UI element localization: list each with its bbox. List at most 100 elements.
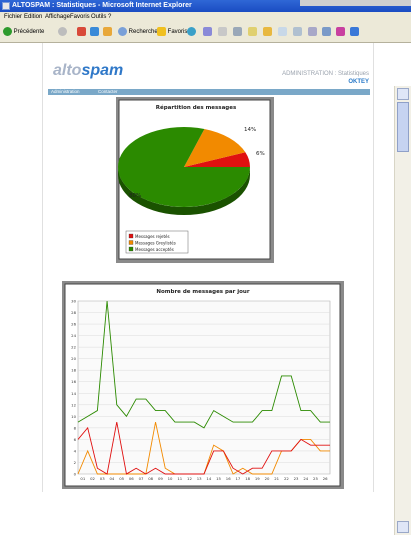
print-button[interactable] xyxy=(233,27,242,38)
y-tick-12: 24 xyxy=(71,333,76,338)
messenger-button[interactable] xyxy=(336,27,345,38)
x-tick-14: 15 xyxy=(216,476,221,481)
line-chart-grid xyxy=(77,300,331,475)
scroll-up-button[interactable] xyxy=(397,88,409,100)
legend-swatch-0 xyxy=(128,233,134,239)
x-tick-17: 18 xyxy=(245,476,250,481)
forward-arrow-icon xyxy=(58,27,67,36)
x-tick-18: 19 xyxy=(255,476,260,481)
legend-label-2: Messages acceptés xyxy=(135,247,174,252)
tools-button-2[interactable] xyxy=(293,27,302,38)
search-icon xyxy=(118,27,127,36)
user-name: OKTEY xyxy=(348,79,369,85)
stop-button[interactable] xyxy=(77,27,86,38)
tools-button-1[interactable] xyxy=(278,27,287,38)
menu-outils[interactable]: Outils xyxy=(91,12,106,23)
discuss-button[interactable] xyxy=(263,27,272,38)
home-button[interactable] xyxy=(103,27,112,38)
pie-label-2: 80% xyxy=(129,193,141,199)
line-chart-title: Nombre de messages par jour xyxy=(156,289,249,295)
menu-help[interactable]: ? xyxy=(108,12,111,23)
folder-icon xyxy=(263,27,272,36)
x-tick-0: 01 xyxy=(80,476,85,481)
edit-icon xyxy=(248,27,257,36)
media-icon xyxy=(187,27,196,36)
x-tick-6: 07 xyxy=(139,476,144,481)
x-tick-4: 05 xyxy=(119,476,124,481)
menu-fichier[interactable]: Fichier xyxy=(4,12,22,23)
x-tick-1: 02 xyxy=(90,476,95,481)
refresh-icon xyxy=(90,27,99,36)
window-controls[interactable] xyxy=(300,0,411,6)
tools-button-3[interactable] xyxy=(308,27,317,38)
forward-button[interactable] xyxy=(58,27,67,38)
legend-swatch-2 xyxy=(128,246,134,252)
scroll-thumb[interactable] xyxy=(397,102,409,152)
tools-button-4[interactable] xyxy=(322,27,331,38)
x-tick-24: 25 xyxy=(313,476,318,481)
x-tick-13: 14 xyxy=(206,476,211,481)
nav-administration[interactable]: Administration xyxy=(51,89,80,95)
nav-bar: Administration Contacter xyxy=(48,89,370,95)
x-tick-20: 21 xyxy=(274,476,279,481)
altospam-logo: altospam xyxy=(53,62,124,79)
messenger-icon xyxy=(336,27,345,36)
y-tick-8: 16 xyxy=(71,379,76,384)
legend-label-0: Messages rejetés xyxy=(135,234,170,239)
y-tick-15: 30 xyxy=(71,299,76,304)
vertical-scrollbar[interactable] xyxy=(394,86,411,535)
scroll-down-button[interactable] xyxy=(397,521,409,533)
back-arrow-icon xyxy=(3,27,12,36)
legend-label-1: Messages Greylistés xyxy=(135,240,176,245)
pie-legend: Messages rejetésMessages Greylistés Messa… xyxy=(125,230,189,254)
x-tick-15: 16 xyxy=(226,476,231,481)
x-tick-8: 09 xyxy=(158,476,163,481)
research-button[interactable] xyxy=(350,27,359,38)
pie-chart: Répartition des messages 6% 14% 80% Messag… xyxy=(116,97,274,263)
menu-affichage[interactable]: Affichage xyxy=(45,12,70,23)
y-tick-10: 20 xyxy=(71,356,76,361)
edit-button[interactable] xyxy=(248,27,257,38)
x-tick-19: 20 xyxy=(265,476,270,481)
y-tick-14: 28 xyxy=(71,310,76,315)
x-tick-21: 22 xyxy=(284,476,289,481)
x-tick-22: 23 xyxy=(294,476,299,481)
x-tick-3: 04 xyxy=(110,476,115,481)
section-title: ADMINISTRATION : Statistiques xyxy=(282,71,369,77)
pie-slices xyxy=(118,127,250,215)
mail-button[interactable] xyxy=(218,27,227,38)
tool-icon xyxy=(308,27,317,36)
menu-favoris[interactable]: Favoris xyxy=(70,12,90,23)
x-tick-23: 24 xyxy=(303,476,308,481)
x-tick-16: 17 xyxy=(236,476,241,481)
back-button[interactable]: Précédente xyxy=(3,27,44,38)
toolbar: Précédente Rechercher Favoris xyxy=(0,23,411,43)
y-tick-7: 14 xyxy=(71,391,76,396)
x-tick-5: 06 xyxy=(129,476,134,481)
nav-contacter[interactable]: Contacter xyxy=(98,89,118,95)
x-tick-2: 03 xyxy=(100,476,105,481)
page-viewport: altospam ADMINISTRATION : Statistiques O… xyxy=(0,43,411,535)
x-tick-9: 10 xyxy=(168,476,173,481)
tool-icon xyxy=(322,27,331,36)
ie-icon xyxy=(2,2,10,10)
favorites-button[interactable]: Favoris xyxy=(157,27,187,38)
menu-edition[interactable]: Edition xyxy=(24,12,42,23)
pie-label-0: 6% xyxy=(256,151,265,157)
home-icon xyxy=(103,27,112,36)
star-icon xyxy=(157,27,166,36)
print-icon xyxy=(233,27,242,36)
legend-swatch-1 xyxy=(128,240,134,245)
refresh-button[interactable] xyxy=(90,27,99,38)
y-tick-13: 26 xyxy=(71,322,76,327)
history-button[interactable] xyxy=(203,27,212,38)
history-icon xyxy=(203,27,212,36)
y-tick-6: 12 xyxy=(71,402,76,407)
search-button[interactable]: Rechercher xyxy=(118,27,160,38)
tool-icon xyxy=(293,27,302,36)
research-icon xyxy=(350,27,359,36)
pie-label-1: 14% xyxy=(244,127,256,133)
plot-area xyxy=(77,300,331,475)
media-button[interactable] xyxy=(187,27,196,38)
tool-icon xyxy=(278,27,287,36)
